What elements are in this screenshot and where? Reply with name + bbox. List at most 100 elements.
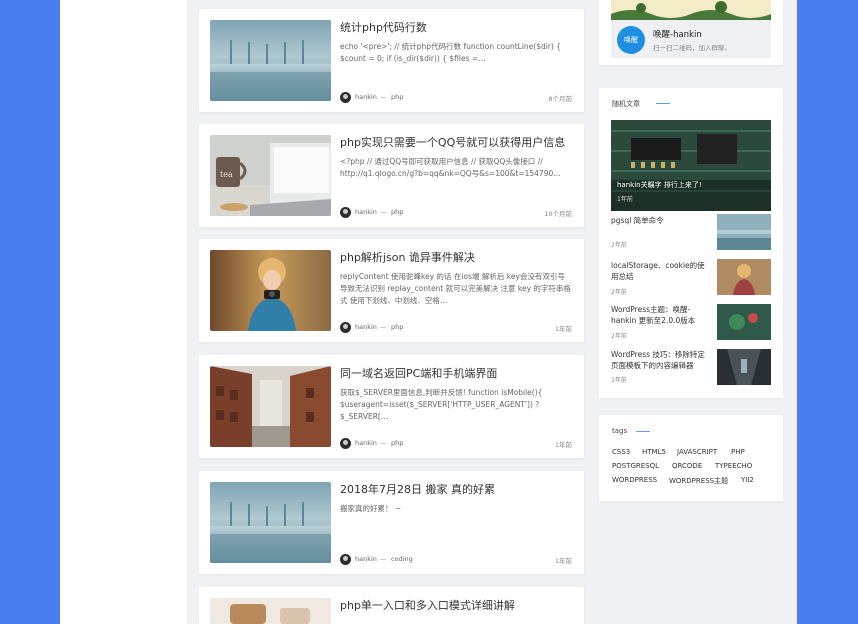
random-post-title[interactable]: localStorage、cookie的使用总结 (611, 260, 711, 282)
author-name[interactable]: hankin (355, 555, 377, 563)
post-meta: hankin — php 1年前 (340, 322, 572, 333)
post-category[interactable]: php (391, 208, 403, 216)
author-name[interactable]: hankin (355, 93, 377, 101)
author-avatar-icon[interactable] (340, 92, 351, 103)
random-post-time: 1年前 (611, 377, 627, 384)
bag-photo-icon (210, 598, 331, 624)
plant-photo-icon (717, 304, 771, 340)
author-avatar-icon[interactable] (340, 207, 351, 218)
random-post-title[interactable]: pgsql 简单命令 (611, 215, 711, 226)
wechat-card: 唤醒 唤醒-hankin 扫一扫二维码，加入群聊。 (599, 0, 783, 65)
author-name[interactable]: hankin (355, 439, 377, 447)
alley-photo-icon (210, 366, 331, 447)
tag-link[interactable]: YII2 (741, 476, 754, 484)
tag-link[interactable]: WORDPRESS (612, 476, 657, 484)
post-title[interactable]: 统计php代码行数 (340, 19, 572, 35)
random-post-thumbnail[interactable] (717, 259, 771, 295)
tag-link[interactable]: HTML5 (642, 448, 666, 456)
post-category[interactable]: coding (391, 555, 413, 563)
post-card[interactable]: 2018年7月28日 搬家 真的好累 搬家真的好累！ ~ hankin — co… (199, 471, 584, 574)
post-thumbnail[interactable]: tea (210, 135, 331, 216)
random-post-thumbnail[interactable] (717, 214, 771, 250)
author-name[interactable]: hankin (355, 208, 377, 216)
tag-link[interactable]: JAVASCRIPT (677, 448, 717, 456)
author-avatar-icon[interactable] (340, 438, 351, 449)
post-title[interactable]: php实现只需要一个QQ号就可以获得用户信息 (340, 134, 572, 150)
random-post-time: 2年前 (611, 289, 627, 296)
tag-link[interactable]: QRCODE (672, 462, 702, 470)
post-time: 1年前 (554, 557, 572, 565)
post-thumbnail[interactable] (210, 598, 331, 624)
post-excerpt: <?php // 通过QQ号即可获取用户信息 // 获取QQ头像接口 // ht… (340, 157, 561, 178)
random-post-time: 2年前 (611, 333, 627, 340)
mug-laptop-photo-icon: tea (210, 135, 331, 216)
post-meta: hankin — php 1年前 (340, 438, 572, 449)
post-category[interactable]: php (391, 323, 403, 331)
meta-separator: — (380, 323, 387, 331)
wechat-subtitle: 扫一扫二维码，加入群聊。 (653, 44, 731, 52)
post-category[interactable]: php (391, 439, 403, 447)
meta-separator: — (380, 208, 387, 216)
post-time: 10个月前 (544, 210, 572, 218)
featured-caption[interactable]: hankin关瞩字 排行上来了! (617, 180, 702, 190)
tag-link[interactable]: TYPEECHO (715, 462, 752, 470)
post-excerpt: replyContent 使用驼峰key 的话 在ios端 解析后 key会没有… (340, 272, 571, 305)
post-time: 1年前 (554, 325, 572, 333)
meta-separator: — (380, 439, 387, 447)
post-thumbnail[interactable] (210, 20, 331, 101)
post-time: 8个月前 (548, 95, 572, 103)
random-post-thumbnail[interactable] (717, 349, 771, 385)
author-avatar-icon[interactable] (340, 322, 351, 333)
meta-separator: — (380, 93, 387, 101)
post-title[interactable]: php解析json 诡异事件解决 (340, 249, 572, 265)
post-meta: hankin — php 8个月前 (340, 92, 572, 103)
post-card[interactable]: 同一域名返回PC端和手机端界面 获取$_SERVER里面信息,判断并反馈! fu… (199, 355, 584, 458)
circuit-board-photo-icon (611, 120, 771, 211)
random-post-thumbnail[interactable] (717, 304, 771, 340)
svg-text:tea: tea (220, 170, 233, 179)
post-thumbnail[interactable] (210, 250, 331, 331)
post-meta: hankin — php 10个月前 (340, 207, 572, 218)
random-post-title[interactable]: WordPress 技巧：移除特定页面模板下的内容编辑器 (611, 349, 711, 371)
random-post-title[interactable]: WordPress主题：唤醒-hankin 更新至2.0.0版本 (611, 304, 711, 326)
tag-link[interactable]: WORDPRESS主题 (669, 476, 728, 486)
random-posts-card: 随机文章 hankin关瞩字 排行上来了! 1年前 pgsql 简单命令 2年前… (599, 88, 783, 398)
girl-photo-icon (717, 259, 771, 295)
tags-card: tags CSS3 HTML5 JAVASCRIPT PHP POSTGRESQ… (599, 415, 783, 501)
post-card[interactable]: php解析json 诡异事件解决 replyContent 使用驼峰key 的话… (199, 239, 584, 342)
post-excerpt: echo '<pre>'; // 统计php代码行数 function coun… (340, 42, 561, 63)
banner-illustration-icon (611, 0, 771, 20)
post-card[interactable]: 统计php代码行数 echo '<pre>'; // 统计php代码行数 fun… (199, 9, 584, 112)
tag-link[interactable]: POSTGRESQL (612, 462, 659, 470)
corridor-photo-icon (717, 349, 771, 385)
random-posts-heading: 随机文章 (612, 100, 640, 108)
tags-heading: tags (612, 427, 628, 435)
post-time: 1年前 (554, 441, 572, 449)
featured-time: 1年前 (617, 196, 633, 203)
post-thumbnail[interactable] (210, 482, 331, 563)
tag-link[interactable]: CSS3 (612, 448, 630, 456)
post-title[interactable]: 同一域名返回PC端和手机端界面 (340, 365, 572, 381)
girl-camera-photo-icon (210, 250, 331, 331)
bridge-photo-icon (210, 482, 331, 563)
wechat-name: 唤醒-hankin (653, 30, 702, 40)
post-category[interactable]: php (391, 93, 403, 101)
post-title[interactable]: php单一入口和多入口模式详细讲解 (340, 597, 572, 613)
tag-link[interactable]: PHP (731, 448, 745, 456)
meta-separator: — (380, 555, 387, 563)
post-excerpt: 获取$_SERVER里面信息,判断并反馈! function isMobile(… (340, 388, 543, 421)
bridge-photo-icon (210, 20, 331, 101)
post-excerpt: 搬家真的好累！ ~ (340, 504, 402, 513)
post-card[interactable]: tea php实现只需要一个QQ号就可以获得用户信息 <?php // 通过QQ… (199, 124, 584, 227)
bridge-photo-icon (717, 214, 771, 250)
random-post-time: 2年前 (611, 242, 627, 249)
post-title[interactable]: 2018年7月28日 搬家 真的好累 (340, 481, 572, 497)
wechat-logo: 唤醒 (617, 26, 645, 54)
author-name[interactable]: hankin (355, 323, 377, 331)
post-thumbnail[interactable] (210, 366, 331, 447)
post-meta: hankin — coding 1年前 (340, 554, 572, 565)
heading-accent-line (636, 431, 650, 432)
featured-random-post[interactable]: hankin关瞩字 排行上来了! 1年前 (611, 120, 771, 211)
author-avatar-icon[interactable] (340, 554, 351, 565)
post-card[interactable]: php单一入口和多入口模式详细讲解 (199, 587, 584, 624)
